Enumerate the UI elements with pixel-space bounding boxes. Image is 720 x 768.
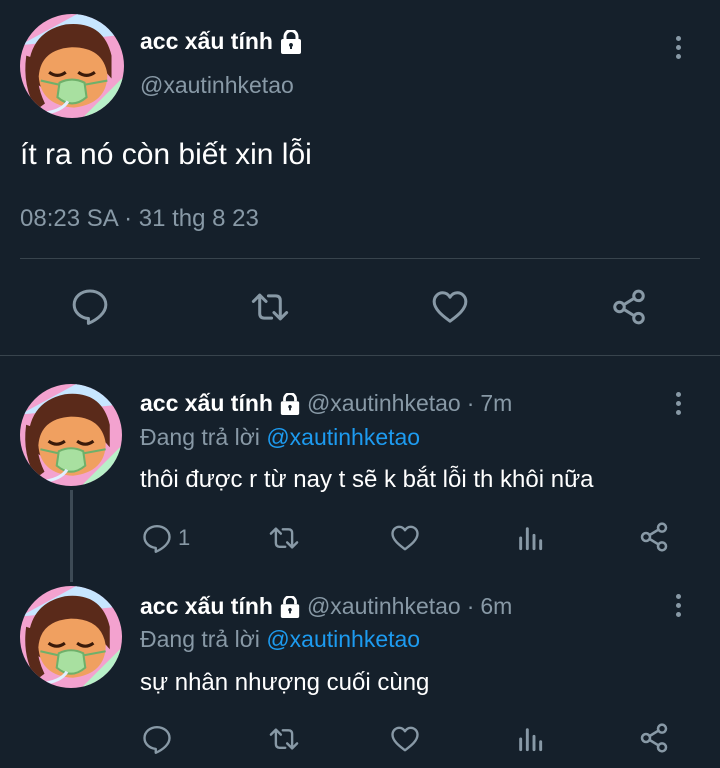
author-row: acc xấu tính	[140, 28, 303, 55]
share-icon[interactable]	[638, 722, 670, 754]
display-name[interactable]: acc xấu tính	[140, 28, 273, 55]
avatar-image	[20, 14, 124, 118]
like-icon[interactable]	[389, 523, 421, 553]
timestamp[interactable]: 08:23 SA · 31 thg 8 23	[20, 205, 259, 233]
separator: ·	[466, 593, 475, 619]
avatar-image	[20, 384, 122, 486]
tweet-text: thôi được r từ nay t sẽ k bắt lỗi th khô…	[140, 466, 594, 493]
avatar[interactable]	[20, 14, 124, 118]
reply-button[interactable]: 1	[142, 523, 190, 553]
handle[interactable]: @xautinhketao	[307, 593, 461, 620]
display-name[interactable]: acc xấu tính	[140, 593, 273, 620]
replying-to-link[interactable]: @xautinhketao	[266, 626, 420, 652]
reply-icon	[142, 523, 172, 553]
separator: ·	[466, 390, 475, 416]
section-divider	[0, 355, 720, 356]
like-icon[interactable]	[389, 724, 421, 754]
lock-icon	[279, 393, 301, 415]
time[interactable]: 7m	[480, 390, 512, 417]
share-icon[interactable]	[638, 521, 670, 553]
tweet-text: ít ra nó còn biết xin lỗi	[20, 138, 312, 171]
avatar-image	[20, 586, 122, 688]
retweet-icon[interactable]	[250, 288, 290, 326]
more-icon[interactable]	[673, 392, 683, 415]
replying-to-line: Đang trả lời @xautinhketao	[140, 424, 420, 451]
replying-to-line: Đang trả lời @xautinhketao	[140, 626, 420, 653]
avatar[interactable]	[20, 586, 122, 688]
thread-line	[70, 490, 73, 582]
divider	[20, 258, 700, 259]
replying-prefix: Đang trả lời	[140, 424, 260, 450]
display-name[interactable]: acc xấu tính	[140, 390, 273, 417]
share-icon[interactable]	[610, 287, 648, 327]
lock-icon	[279, 596, 301, 618]
tweet-text: sự nhân nhượng cuối cùng	[140, 669, 430, 696]
views-icon[interactable]	[514, 522, 546, 554]
views-icon[interactable]	[514, 723, 546, 755]
replying-to-link[interactable]: @xautinhketao	[266, 424, 420, 450]
author-row: acc xấu tính @xautinhketao · 7m	[140, 390, 512, 417]
avatar[interactable]	[20, 384, 122, 486]
replying-prefix: Đang trả lời	[140, 626, 260, 652]
more-icon[interactable]	[673, 594, 683, 617]
reply-count: 1	[178, 525, 191, 550]
time[interactable]: 6m	[480, 593, 512, 620]
author-row: acc xấu tính @xautinhketao · 6m	[140, 593, 512, 620]
more-icon[interactable]	[673, 36, 683, 59]
reply-icon[interactable]	[71, 287, 109, 325]
retweet-icon[interactable]	[268, 724, 300, 754]
handle[interactable]: @xautinhketao	[140, 72, 294, 99]
retweet-icon[interactable]	[268, 523, 300, 553]
like-icon[interactable]	[430, 288, 470, 326]
handle[interactable]: @xautinhketao	[307, 390, 461, 417]
lock-icon	[279, 30, 303, 54]
reply-icon[interactable]	[142, 724, 172, 754]
